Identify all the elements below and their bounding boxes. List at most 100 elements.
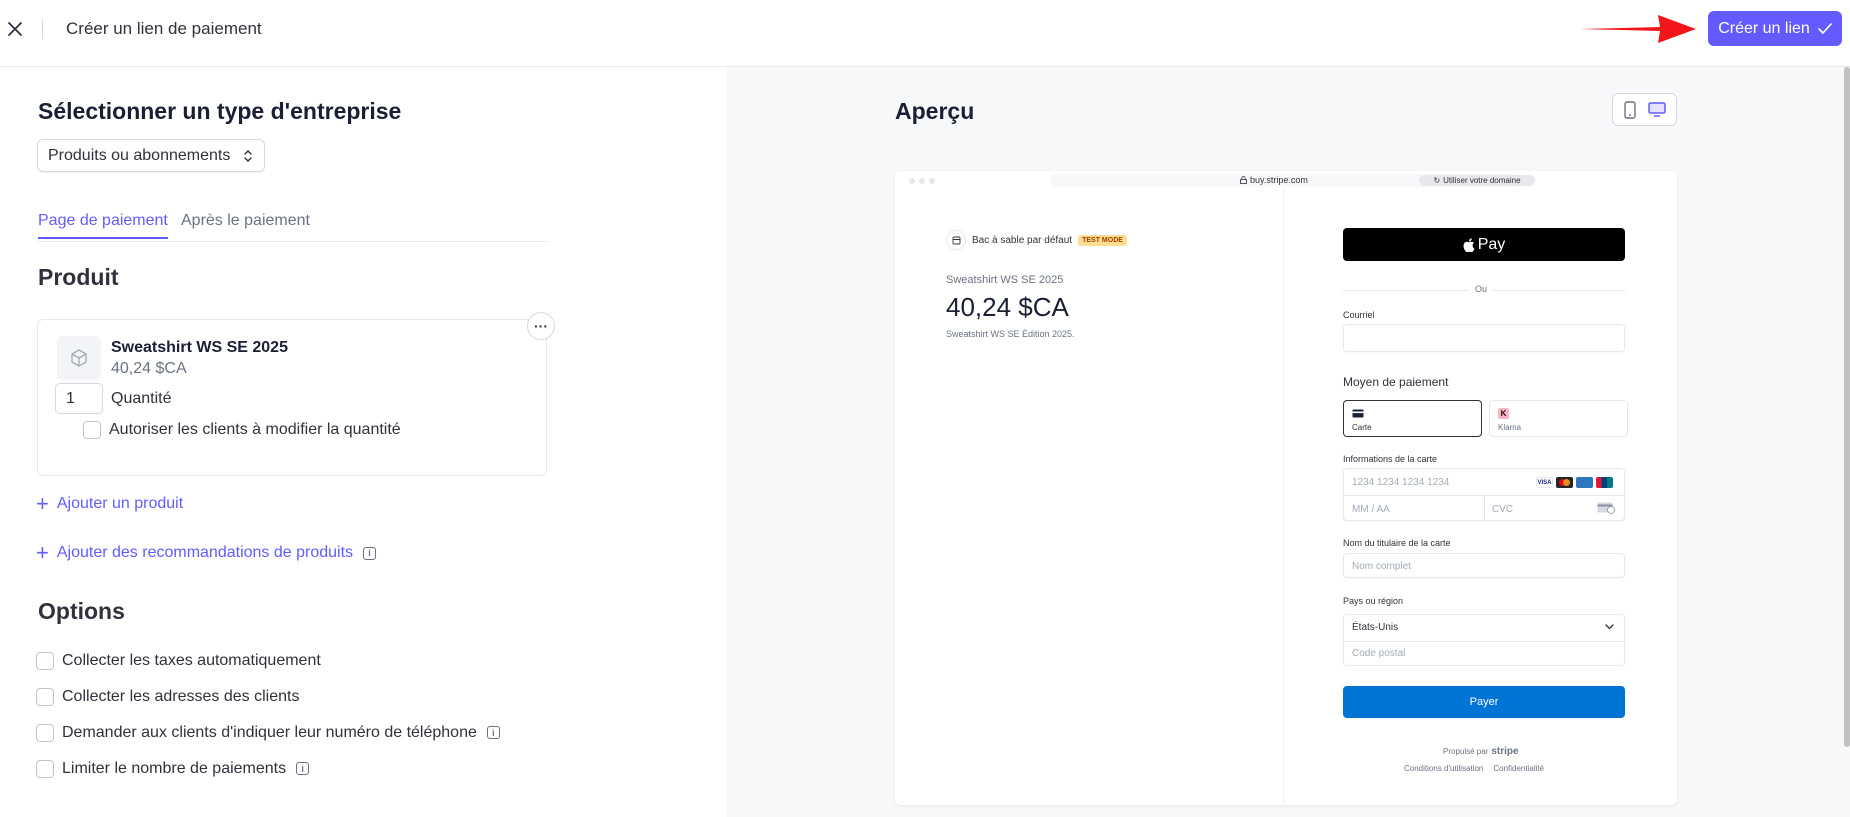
config-panel: Sélectionner un type d'entreprise Produi…	[0, 67, 727, 817]
add-recommendations-label: Ajouter des recommandations de produits	[56, 544, 354, 561]
country-postal-group: États-Unis Code postal	[1343, 614, 1625, 666]
info-icon[interactable]: i	[486, 726, 500, 740]
mastercard-icon	[1556, 477, 1573, 488]
store-icon	[946, 230, 966, 250]
page-title: Créer un lien de paiement	[66, 19, 262, 38]
scrollbar[interactable]	[1844, 67, 1850, 747]
preview-title: Aperçu	[895, 98, 975, 124]
add-recommendations-link[interactable]: + Ajouter des recommandations de produit…	[36, 540, 377, 565]
expiry-input[interactable]: MM / AA	[1352, 504, 1390, 515]
payment-method-card[interactable]: Carte	[1343, 400, 1482, 437]
option-auto-tax-checkbox[interactable]	[36, 652, 54, 670]
option-phone-checkbox[interactable]	[36, 724, 54, 742]
business-type-value: Produits ou abonnements	[48, 146, 231, 164]
email-field[interactable]	[1343, 324, 1625, 352]
allow-adjust-quantity-label: Autoriser les clients à modifier la quan…	[109, 421, 401, 438]
test-mode-badge: TEST MODE	[1078, 234, 1127, 246]
checkout-price: 40,24 $CA	[946, 292, 1069, 322]
refresh-icon: ↻	[1433, 176, 1441, 185]
create-link-button[interactable]: Créer un lien	[1708, 11, 1842, 46]
cardholder-field[interactable]: Nom complet	[1343, 553, 1625, 578]
use-domain-button[interactable]: ↻ Utiliser votre domaine	[1419, 175, 1535, 186]
browser-bar: buy.stripe.com ↻ Utiliser votre domaine	[895, 171, 1677, 189]
postal-code-input[interactable]: Code postal	[1352, 648, 1405, 659]
checkout-product-name: Sweatshirt WS SE 2025	[946, 274, 1064, 286]
product-box-icon	[57, 336, 101, 380]
tab-after-payment[interactable]: Après le paiement	[181, 212, 310, 237]
option-collect-address-checkbox[interactable]	[36, 688, 54, 706]
klarna-icon: K	[1498, 408, 1509, 419]
option-phone-label: Demander aux clients d'indiquer leur num…	[62, 724, 477, 741]
create-link-label: Créer un lien	[1718, 19, 1810, 37]
amex-icon	[1576, 477, 1593, 488]
or-label: Ou	[1469, 284, 1494, 294]
unionpay-icon	[1596, 477, 1613, 488]
preview-divider	[1283, 189, 1284, 805]
apple-pay-label: Pay	[1477, 235, 1506, 253]
footer-links: Conditions d'utilisation Confidentialité	[1404, 764, 1544, 773]
product-section-title: Produit	[38, 264, 119, 290]
close-icon[interactable]	[4, 18, 26, 40]
url-text: buy.stripe.com	[1250, 175, 1308, 185]
stripe-logo: stripe	[1491, 746, 1519, 757]
device-toggle	[1612, 93, 1677, 126]
options-title: Options	[38, 598, 125, 624]
add-product-label: Ajouter un produit	[56, 495, 184, 512]
add-product-link[interactable]: + Ajouter un produit	[36, 491, 184, 516]
quantity-input[interactable]: 1	[55, 383, 103, 414]
cardholder-placeholder: Nom complet	[1352, 561, 1411, 572]
preview-panel: Aperçu buy.stripe.com ↻ Utiliser votre d…	[727, 67, 1850, 817]
chevron-down-icon	[1605, 624, 1614, 630]
payment-method-klarna-label: Klarna	[1498, 423, 1522, 432]
mobile-icon[interactable]	[1623, 100, 1636, 119]
option-phone-row: Demander aux clients d'indiquer leur num…	[62, 724, 500, 742]
info-icon[interactable]: i	[363, 546, 377, 560]
tab-bar: Page de paiement Après le paiement	[38, 212, 548, 242]
more-dots-icon: ···	[534, 318, 548, 334]
tab-checkout-page[interactable]: Page de paiement	[38, 212, 168, 239]
payment-method-title: Moyen de paiement	[1343, 375, 1449, 389]
sandbox-header: Bac à sable par défaut TEST MODE	[946, 230, 1127, 250]
business-type-select[interactable]: Produits ou abonnements	[37, 139, 265, 172]
sandbox-label: Bac à sable par défaut	[972, 234, 1073, 246]
option-limit-payments-checkbox[interactable]	[36, 760, 54, 778]
business-type-title: Sélectionner un type d'entreprise	[38, 98, 402, 124]
cvc-input[interactable]: CVC	[1492, 504, 1513, 515]
privacy-link[interactable]: Confidentialité	[1493, 764, 1544, 773]
checkout-preview-window: buy.stripe.com ↻ Utiliser votre domaine …	[895, 171, 1677, 805]
lock-icon	[1240, 176, 1247, 184]
option-auto-tax-label: Collecter les taxes automatiquement	[62, 652, 321, 669]
country-select[interactable]: États-Unis	[1352, 622, 1398, 633]
desktop-icon[interactable]	[1647, 101, 1666, 118]
allow-adjust-quantity-checkbox[interactable]	[83, 421, 101, 439]
top-bar: Créer un lien de paiement Créer un lien	[0, 0, 1850, 67]
apple-pay-button[interactable]: Pay	[1343, 228, 1625, 261]
option-limit-payments-label: Limiter le nombre de paiements	[62, 760, 287, 777]
plus-icon: +	[36, 491, 49, 516]
payment-method-card-label: Carte	[1352, 423, 1372, 432]
use-domain-label: Utiliser votre domaine	[1443, 176, 1521, 185]
topbar-divider	[42, 19, 43, 39]
payment-method-klarna[interactable]: K Klarna	[1489, 400, 1628, 437]
card-number-input[interactable]: 1234 1234 1234 1234	[1352, 477, 1449, 488]
card-info-group: 1234 1234 1234 1234 VISA MM / AA CVC	[1343, 468, 1625, 521]
product-card: Sweatshirt WS SE 2025 40,24 $CA 1 Quanti…	[37, 319, 547, 476]
window-dots	[909, 178, 935, 184]
red-arrow-annotation	[1580, 15, 1696, 43]
powered-by: Propulsé par stripe	[1443, 746, 1519, 757]
terms-link[interactable]: Conditions d'utilisation	[1404, 764, 1483, 773]
check-icon	[1817, 22, 1832, 34]
plus-icon: +	[36, 540, 49, 565]
checkout-description: Sweatshirt WS SE Édition 2025.	[946, 329, 1075, 339]
pay-button[interactable]: Payer	[1343, 686, 1625, 718]
card-brand-logos: VISA	[1536, 477, 1613, 488]
product-more-button[interactable]: ···	[527, 312, 555, 340]
info-icon[interactable]: i	[296, 762, 310, 776]
card-info-label: Informations de la carte	[1343, 454, 1438, 464]
email-label: Courriel	[1343, 310, 1375, 320]
url-display: buy.stripe.com	[1240, 175, 1308, 185]
apple-icon	[1463, 237, 1475, 252]
powered-by-label: Propulsé par	[1443, 747, 1489, 756]
chevron-updown-icon	[244, 150, 252, 162]
option-collect-address-label: Collecter les adresses des clients	[62, 688, 300, 705]
